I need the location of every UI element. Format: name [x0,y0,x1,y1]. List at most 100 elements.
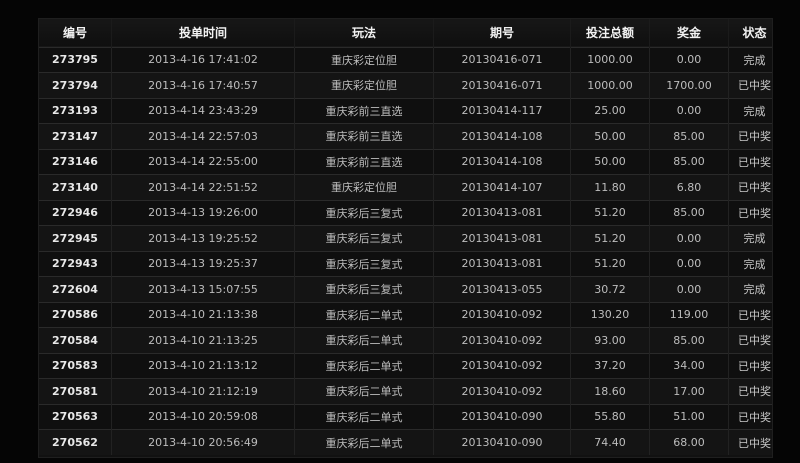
table-row: 273146 2013-4-14 22:55:00 重庆彩前三直选 201304… [39,148,772,175]
cell-status: 完成 [728,225,772,251]
cell-prize: 85.00 [649,327,729,353]
cell-bet-time: 2013-4-14 22:55:00 [111,148,295,175]
column-header-total-bet: 投注总额 [570,19,650,47]
cell-bet-time: 2013-4-10 20:56:49 [111,429,295,455]
cell-id: 270586 [39,301,112,328]
cell-period: 20130410-092 [433,378,571,404]
cell-total-bet: 51.20 [570,199,650,226]
cell-prize: 68.00 [649,429,729,455]
cell-prize: 17.00 [649,378,729,404]
cell-total-bet: 37.20 [570,352,650,379]
cell-period: 20130410-092 [433,327,571,353]
table-row: 273794 2013-4-16 17:40:57 重庆彩定位胆 2013041… [39,72,772,98]
cell-total-bet: 50.00 [570,148,650,175]
column-header-id: 编号 [39,19,112,47]
cell-play-type: 重庆彩后二单式 [294,301,434,328]
cell-play-type: 重庆彩前三直选 [294,148,434,175]
cell-prize: 85.00 [649,199,729,226]
cell-id: 273794 [39,72,112,98]
column-header-prize: 奖金 [649,19,729,47]
cell-id: 272943 [39,250,112,277]
cell-bet-time: 2013-4-16 17:41:02 [111,46,295,73]
cell-period: 20130414-117 [433,97,571,124]
cell-status: 已中奖 [728,352,772,379]
cell-status: 完成 [728,97,772,124]
table-row: 272943 2013-4-13 19:25:37 重庆彩后三复式 201304… [39,250,772,277]
cell-id: 273146 [39,148,112,175]
cell-period: 20130414-108 [433,123,571,149]
table-row: 272945 2013-4-13 19:25:52 重庆彩后三复式 201304… [39,225,772,251]
cell-status: 已中奖 [728,327,772,353]
cell-total-bet: 1000.00 [570,72,650,98]
cell-total-bet: 130.20 [570,301,650,328]
cell-play-type: 重庆彩后二单式 [294,429,434,455]
cell-bet-time: 2013-4-13 15:07:55 [111,276,295,302]
cell-status: 完成 [728,250,772,277]
cell-bet-time: 2013-4-16 17:40:57 [111,72,295,98]
table-row: 273140 2013-4-14 22:51:52 重庆彩定位胆 2013041… [39,174,772,200]
cell-status: 已中奖 [728,403,772,430]
bet-history-screen: 编号 投单时间 玩法 期号 投注总额 奖金 状态 273795 2013-4-1… [0,0,800,463]
cell-period: 20130414-108 [433,148,571,175]
cell-status: 已中奖 [728,199,772,226]
cell-bet-time: 2013-4-10 21:13:25 [111,327,295,353]
cell-id: 270562 [39,429,112,455]
cell-prize: 0.00 [649,97,729,124]
table-header: 编号 投单时间 玩法 期号 投注总额 奖金 状态 [39,19,772,47]
cell-period: 20130410-090 [433,403,571,430]
cell-prize: 0.00 [649,46,729,73]
table-row: 270581 2013-4-10 21:12:19 重庆彩后二单式 201304… [39,378,772,404]
table-row: 270563 2013-4-10 20:59:08 重庆彩后二单式 201304… [39,403,772,430]
cell-period: 20130413-081 [433,250,571,277]
table-row: 273147 2013-4-14 22:57:03 重庆彩前三直选 201304… [39,123,772,149]
cell-prize: 51.00 [649,403,729,430]
cell-total-bet: 93.00 [570,327,650,353]
cell-prize: 6.80 [649,174,729,200]
cell-period: 20130410-090 [433,429,571,455]
cell-total-bet: 11.80 [570,174,650,200]
cell-bet-time: 2013-4-14 22:51:52 [111,174,295,200]
cell-bet-time: 2013-4-10 21:12:19 [111,378,295,404]
table-row: 272946 2013-4-13 19:26:00 重庆彩后三复式 201304… [39,199,772,226]
cell-play-type: 重庆彩后二单式 [294,403,434,430]
cell-play-type: 重庆彩后二单式 [294,352,434,379]
cell-play-type: 重庆彩前三直选 [294,123,434,149]
cell-total-bet: 25.00 [570,97,650,124]
cell-status: 已中奖 [728,378,772,404]
table-body: 273795 2013-4-16 17:41:02 重庆彩定位胆 2013041… [39,46,772,455]
cell-total-bet: 30.72 [570,276,650,302]
cell-prize: 85.00 [649,123,729,149]
cell-play-type: 重庆彩定位胆 [294,174,434,200]
table-row: 273795 2013-4-16 17:41:02 重庆彩定位胆 2013041… [39,46,772,73]
cell-play-type: 重庆彩定位胆 [294,72,434,98]
cell-total-bet: 74.40 [570,429,650,455]
bet-history-table: 编号 投单时间 玩法 期号 投注总额 奖金 状态 273795 2013-4-1… [39,19,772,455]
cell-id: 273147 [39,123,112,149]
cell-prize: 34.00 [649,352,729,379]
cell-period: 20130413-081 [433,199,571,226]
cell-total-bet: 51.20 [570,250,650,277]
bet-history-table-panel: 编号 投单时间 玩法 期号 投注总额 奖金 状态 273795 2013-4-1… [38,18,773,458]
cell-period: 20130416-071 [433,46,571,73]
column-header-period: 期号 [433,19,571,47]
cell-id: 270563 [39,403,112,430]
cell-id: 272604 [39,276,112,302]
column-header-play-type: 玩法 [294,19,434,47]
cell-play-type: 重庆彩后三复式 [294,225,434,251]
table-row: 273193 2013-4-14 23:43:29 重庆彩前三直选 201304… [39,97,772,124]
cell-play-type: 重庆彩后二单式 [294,327,434,353]
cell-bet-time: 2013-4-14 22:57:03 [111,123,295,149]
cell-id: 273795 [39,46,112,73]
cell-period: 20130416-071 [433,72,571,98]
cell-prize: 0.00 [649,225,729,251]
cell-bet-time: 2013-4-10 21:13:12 [111,352,295,379]
cell-id: 272946 [39,199,112,226]
column-header-bet-time: 投单时间 [111,19,295,47]
table-row: 270562 2013-4-10 20:56:49 重庆彩后二单式 201304… [39,429,772,455]
cell-id: 270583 [39,352,112,379]
cell-prize: 0.00 [649,250,729,277]
cell-total-bet: 50.00 [570,123,650,149]
column-header-status: 状态 [728,19,772,47]
cell-prize: 119.00 [649,301,729,328]
cell-bet-time: 2013-4-14 23:43:29 [111,97,295,124]
